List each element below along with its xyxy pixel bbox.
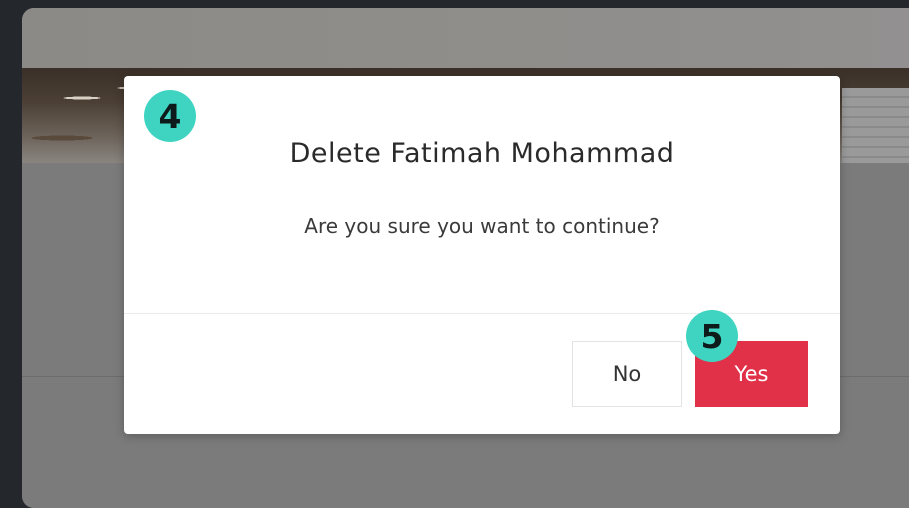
step-5-badge: 5	[686, 310, 738, 362]
dialog-footer-divider	[124, 313, 840, 314]
step-4-badge: 4	[144, 90, 196, 142]
dialog-message: Are you sure you want to continue?	[304, 214, 660, 238]
dialog-title: Delete Fatimah Mohammad	[289, 138, 675, 169]
no-button[interactable]: No	[572, 341, 682, 407]
header-band	[22, 8, 909, 68]
delete-confirmation-dialog: Delete Fatimah Mohammad Are you sure you…	[124, 76, 840, 434]
